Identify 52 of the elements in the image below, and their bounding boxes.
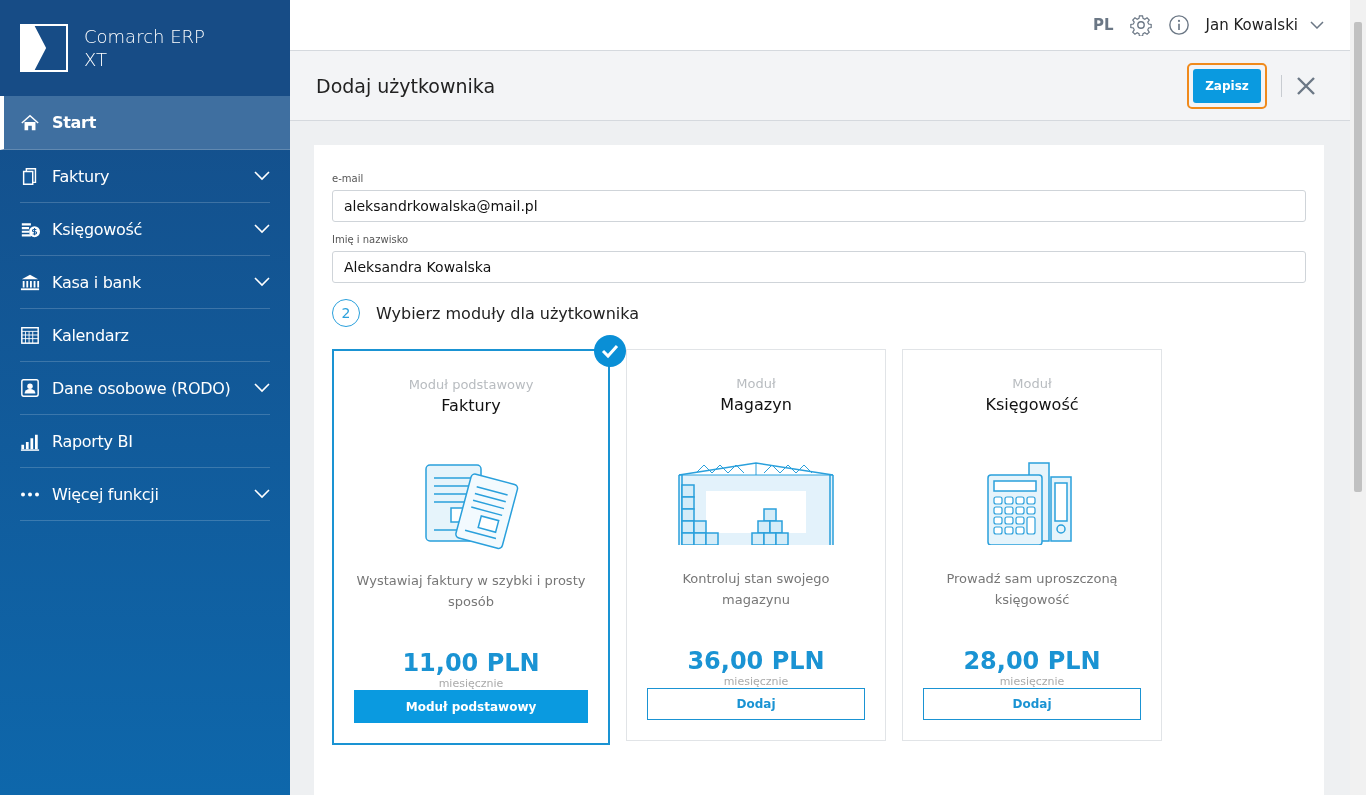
calendar-icon: [20, 325, 40, 345]
module-label: Moduł podstawowy: [408, 377, 534, 392]
step-title: Wybierz moduły dla użytkownika: [376, 303, 639, 323]
module-card[interactable]: Moduł Magazyn Kontroluj stan swojego magazynu 36,00 PLN miesięcznie Dodaj: [626, 349, 886, 741]
sidebar-item[interactable]: Raporty BI: [20, 415, 270, 468]
billing-period: miesięcznie: [438, 677, 504, 691]
scrollbar[interactable]: [1350, 0, 1366, 795]
module-label: Moduł: [736, 376, 776, 391]
page-title: Dodaj użytkownika: [316, 74, 496, 97]
chevron-icon[interactable]: [254, 224, 270, 234]
more-icon: [20, 491, 40, 497]
sidebar-item[interactable]: Kasa i bank: [20, 256, 270, 309]
checkmark-icon: [594, 335, 626, 367]
chevron-down-icon: [1310, 21, 1324, 29]
module-title: Magazyn: [720, 395, 792, 414]
contact-card-icon: [20, 378, 40, 398]
chevron-icon[interactable]: [254, 383, 270, 393]
sidebar-item[interactable]: Faktury: [20, 150, 270, 203]
sidebar-item[interactable]: Więcej funkcji: [20, 468, 270, 521]
input-field[interactable]: aleksandrkowalska@mail.pl: [332, 190, 1306, 222]
logo-icon: [20, 24, 68, 72]
settings-icon[interactable]: [1129, 14, 1152, 36]
module-description: Prowadź sam uproszczoną księgowość: [945, 570, 1119, 610]
module-title: Księgowość: [985, 395, 1079, 414]
brand-name: Comarch ERP XT: [84, 25, 206, 71]
info-icon[interactable]: [1167, 14, 1190, 36]
module-description: Wystawiaj faktury w szybki i prosty sposób: [355, 572, 587, 612]
sidebar-item[interactable]: Dane osobowe (RODO): [20, 362, 270, 415]
module-price: 28,00 PLN: [963, 646, 1101, 675]
user-menu[interactable]: Jan Kowalski: [1205, 16, 1324, 34]
module-title: Faktury: [441, 396, 501, 415]
chevron-icon[interactable]: [254, 171, 270, 181]
field-label: Imię i nazwisko: [332, 234, 410, 245]
billing-period: miesięcznie: [999, 674, 1065, 688]
billing-period: miesięcznie: [723, 674, 789, 688]
sidebar-item[interactable]: Start: [0, 96, 290, 150]
language-selector[interactable]: PL: [1092, 16, 1114, 34]
close-icon[interactable]: [1296, 75, 1316, 96]
module-description: Kontroluj stan swojego magazynu: [681, 570, 831, 610]
field-label: e-mail: [332, 173, 365, 184]
module-price: 11,00 PLN: [402, 649, 540, 678]
module-label: Moduł: [1012, 376, 1052, 391]
module-card[interactable]: Moduł podstawowy Faktury Wystawiaj faktury w szybki i prosty sposób 11,00 PLN miesięcznie Moduł podstawowy: [332, 349, 610, 745]
home-icon: [20, 112, 40, 133]
sidebar-item[interactable]: Kalendarz: [20, 309, 270, 362]
bank-icon: [20, 272, 40, 292]
chevron-icon[interactable]: [254, 489, 270, 499]
sidebar-item[interactable]: Księgowość: [20, 203, 270, 256]
module-card[interactable]: Moduł Księgowość Prowadź sam uproszczoną księgowość 28,00 PLN miesięcznie Dodaj: [902, 349, 1162, 741]
module-price: 36,00 PLN: [687, 646, 825, 675]
chevron-icon[interactable]: [254, 277, 270, 287]
input-field[interactable]: Aleksandra Kowalska: [332, 251, 1306, 283]
